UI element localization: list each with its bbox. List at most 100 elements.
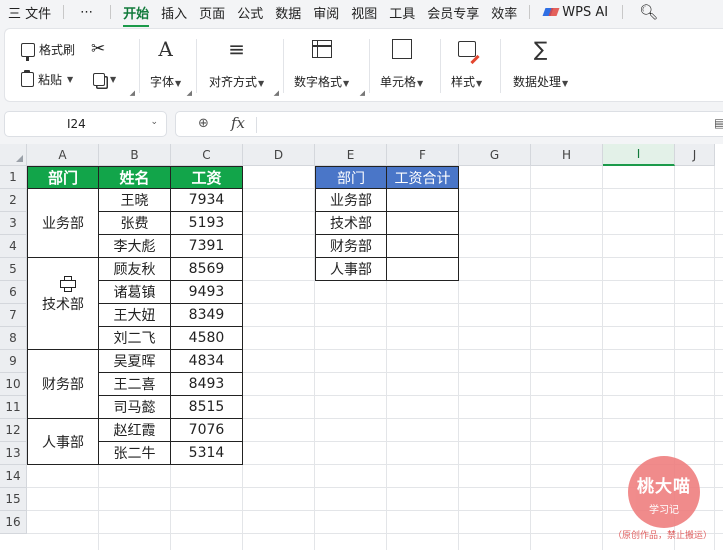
column-header-j[interactable]: J	[675, 144, 715, 166]
chevron-down-icon[interactable]: ⌄	[150, 117, 158, 127]
name-cell[interactable]: 王二喜	[99, 373, 171, 396]
menu-tab-formula[interactable]: 公式	[231, 3, 269, 22]
column-header-a[interactable]: A	[27, 144, 99, 166]
summary-dept-cell[interactable]: 技术部	[315, 212, 387, 235]
name-cell[interactable]: 吴夏晖	[99, 350, 171, 373]
more-menu-icon[interactable]: ⋯	[70, 5, 104, 20]
font-button[interactable]: A 字体▼	[150, 35, 181, 90]
number-format-button[interactable]: 数字格式▼	[294, 35, 349, 90]
menu-tab-efficiency[interactable]: 效率	[485, 3, 523, 22]
summary-total-cell[interactable]	[387, 189, 459, 212]
row-header-4[interactable]: 4	[0, 235, 27, 258]
header-cell-salary[interactable]: 工资	[171, 166, 243, 189]
row-header-1[interactable]: 1	[0, 166, 27, 189]
row-header-15[interactable]: 15	[0, 488, 27, 511]
salary-cell[interactable]: 4834	[171, 350, 243, 373]
column-header-h[interactable]: H	[531, 144, 603, 166]
data-process-button[interactable]: ∑ 数据处理▼	[513, 35, 568, 90]
zoom-icon[interactable]: ⊕	[198, 116, 209, 131]
column-header-i[interactable]: I	[603, 144, 675, 166]
menu-tab-data[interactable]: 数据	[269, 3, 307, 22]
format-painter-button[interactable]: 格式刷	[21, 41, 75, 61]
style-button[interactable]: 样式▼	[451, 35, 482, 90]
row-header-9[interactable]: 9	[0, 350, 27, 373]
name-cell[interactable]: 张费	[99, 212, 171, 235]
salary-cell[interactable]: 7391	[171, 235, 243, 258]
select-all-corner[interactable]	[0, 144, 27, 166]
cut-icon[interactable]: ✂︎	[91, 39, 105, 59]
salary-cell[interactable]: 5314	[171, 442, 243, 465]
menu-tab-review[interactable]: 审阅	[307, 3, 345, 22]
summary-dept-cell[interactable]: 财务部	[315, 235, 387, 258]
column-header-g[interactable]: G	[459, 144, 531, 166]
group-launcher-icon[interactable]: ◢	[360, 89, 365, 97]
name-cell[interactable]: 诸葛镇	[99, 281, 171, 304]
salary-cell[interactable]: 4580	[171, 327, 243, 350]
summary-dept-cell[interactable]: 业务部	[315, 189, 387, 212]
row-header-6[interactable]: 6	[0, 281, 27, 304]
dept-cell-merged[interactable]: 业务部	[27, 189, 99, 258]
group-launcher-icon[interactable]: ◢	[130, 89, 135, 97]
expand-icon[interactable]: ▤	[714, 116, 723, 130]
column-header-d[interactable]: D	[243, 144, 315, 166]
name-box[interactable]: I24 ⌄	[4, 111, 167, 137]
align-button[interactable]: ≡ 对齐方式▼	[209, 35, 264, 90]
sheet-grid[interactable]: ABCDEFGHIJ 1 2 3 4 5 6 7 8 9 10 11 12 13 14 15 16 部门 姓名…	[0, 144, 723, 550]
column-header-e[interactable]: E	[315, 144, 387, 166]
menu-tab-home[interactable]: 开始	[117, 3, 155, 27]
fx-icon[interactable]: fx	[231, 114, 245, 132]
row-header-10[interactable]: 10	[0, 373, 27, 396]
salary-cell[interactable]: 8349	[171, 304, 243, 327]
row-header-2[interactable]: 2	[0, 189, 27, 212]
name-cell[interactable]: 顾友秋	[99, 258, 171, 281]
summary-header-total[interactable]: 工资合计	[387, 166, 459, 189]
group-launcher-icon[interactable]: ◢	[187, 89, 192, 97]
group-launcher-icon[interactable]: ◢	[274, 89, 279, 97]
salary-cell[interactable]: 7934	[171, 189, 243, 212]
summary-total-cell[interactable]	[387, 258, 459, 281]
column-header-b[interactable]: B	[99, 144, 171, 166]
salary-cell[interactable]: 8515	[171, 396, 243, 419]
summary-dept-cell[interactable]: 人事部	[315, 258, 387, 281]
column-header-f[interactable]: F	[387, 144, 459, 166]
row-header-16[interactable]: 16	[0, 511, 27, 534]
menu-tab-page[interactable]: 页面	[193, 3, 231, 22]
menu-tab-member[interactable]: 会员专享	[421, 3, 485, 22]
cell-area[interactable]: 部门 姓名 工资 业务部 技术部 财务部 人事部 王晓 7934 张费 5193…	[27, 166, 723, 550]
dept-cell-merged[interactable]: 技术部	[27, 258, 99, 350]
row-header-13[interactable]: 13	[0, 442, 27, 465]
header-cell-dept[interactable]: 部门	[27, 166, 99, 189]
row-header-8[interactable]: 8	[0, 327, 27, 350]
header-cell-name[interactable]: 姓名	[99, 166, 171, 189]
menu-tab-insert[interactable]: 插入	[155, 3, 193, 22]
paste-button[interactable]: 粘贴 ▼	[21, 70, 73, 88]
name-cell[interactable]: 王大妞	[99, 304, 171, 327]
dept-cell-merged[interactable]: 财务部	[27, 350, 99, 419]
menu-file[interactable]: 三 文件	[0, 3, 57, 22]
formula-input-area[interactable]: ⊕ fx ▤	[175, 111, 723, 137]
salary-cell[interactable]: 5193	[171, 212, 243, 235]
name-cell[interactable]: 刘二飞	[99, 327, 171, 350]
name-cell[interactable]: 王晓	[99, 189, 171, 212]
summary-total-cell[interactable]	[387, 212, 459, 235]
row-header-12[interactable]: 12	[0, 419, 27, 442]
row-header-5[interactable]: 5	[0, 258, 27, 281]
column-header-c[interactable]: C	[171, 144, 243, 166]
name-cell[interactable]: 赵红霞	[99, 419, 171, 442]
copy-button[interactable]: ▼	[93, 73, 116, 86]
row-header-3[interactable]: 3	[0, 212, 27, 235]
name-cell[interactable]: 司马懿	[99, 396, 171, 419]
salary-cell[interactable]: 7076	[171, 419, 243, 442]
search-icon[interactable]: 🔍︎	[629, 3, 668, 21]
name-cell[interactable]: 李大彪	[99, 235, 171, 258]
name-cell[interactable]: 张二牛	[99, 442, 171, 465]
summary-total-cell[interactable]	[387, 235, 459, 258]
salary-cell[interactable]: 8493	[171, 373, 243, 396]
dept-cell-merged[interactable]: 人事部	[27, 419, 99, 465]
salary-cell[interactable]: 8569	[171, 258, 243, 281]
wps-ai-button[interactable]: WPS AI	[536, 5, 616, 20]
salary-cell[interactable]: 9493	[171, 281, 243, 304]
row-header-11[interactable]: 11	[0, 396, 27, 419]
menu-tab-tools[interactable]: 工具	[383, 3, 421, 22]
summary-header-dept[interactable]: 部门	[315, 166, 387, 189]
